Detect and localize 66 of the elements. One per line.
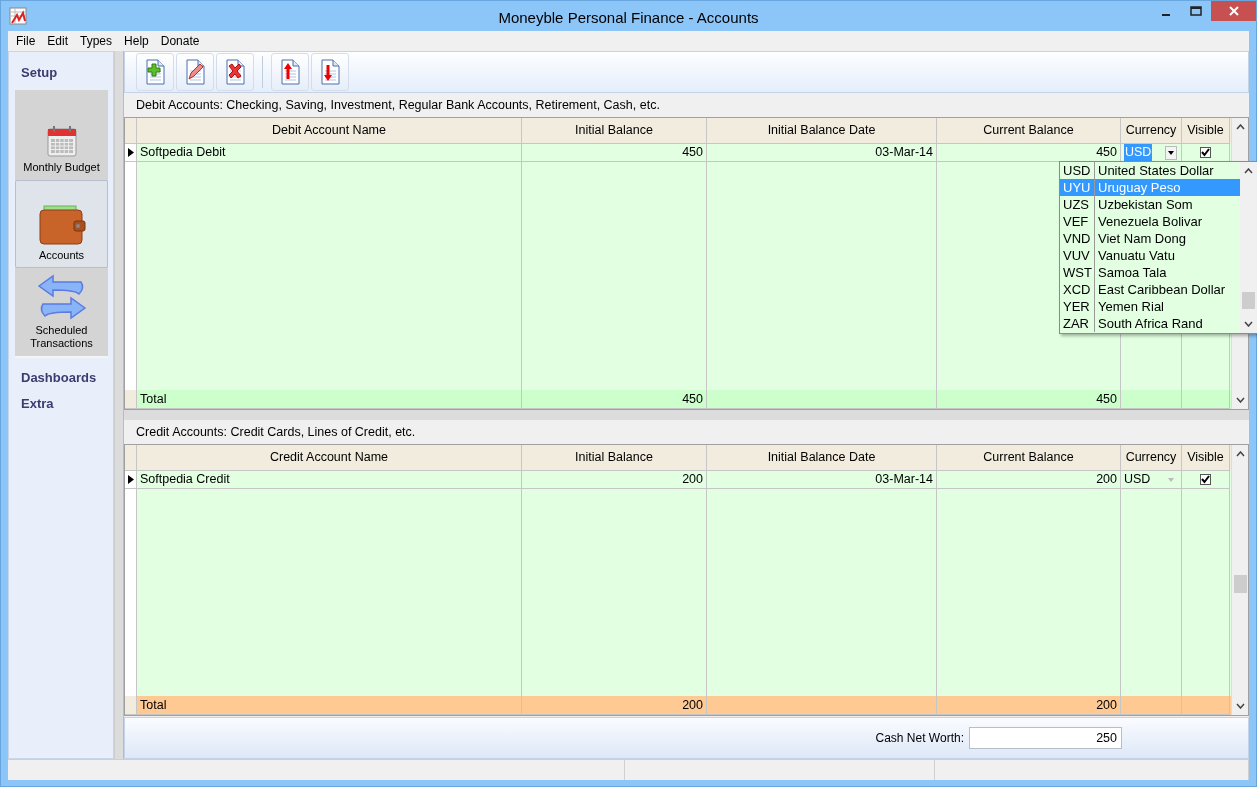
sidebar-item[interactable]: Scheduled Transactions	[15, 267, 108, 356]
scroll-down-icon[interactable]	[1235, 703, 1245, 709]
menu-item[interactable]: Donate	[154, 32, 206, 50]
checkbox[interactable]	[1200, 147, 1211, 158]
page-plus-icon	[144, 59, 166, 85]
dropdown-option[interactable]: VND Viet Nam Dong	[1060, 230, 1240, 247]
app-icon	[9, 7, 27, 25]
swap-arrows-icon	[36, 273, 87, 320]
menu-item[interactable]: Help	[118, 32, 155, 50]
wallet-icon	[37, 204, 86, 245]
close-icon	[1228, 6, 1239, 16]
total-cell	[1182, 696, 1230, 715]
menu-item[interactable]: Edit	[41, 32, 75, 50]
net-worth-field[interactable]: 250	[969, 727, 1122, 749]
menu-item[interactable]: Types	[74, 32, 119, 50]
grid-caption: Debit Accounts: Checking, Saving, Investment, Regular Bank Accounts, Retirement, Cash, etc.	[135, 96, 661, 114]
sidebar-section-title[interactable]: Extra	[9, 394, 113, 414]
scroll-up-icon[interactable]	[1244, 168, 1253, 174]
grid-caption: Credit Accounts: Credit Cards, Lines of Credit, etc.	[135, 423, 417, 441]
scrollbar[interactable]	[1231, 445, 1248, 715]
calendar-icon	[46, 124, 77, 157]
dropdown-option[interactable]: WST Samoa Tala	[1060, 264, 1240, 281]
close-button[interactable]	[1211, 1, 1256, 21]
dropdown-option[interactable]: XCD East Caribbean Dollar	[1060, 281, 1240, 298]
dropdown-option[interactable]: ZAR South Africa Rand	[1060, 315, 1240, 332]
scrollbar[interactable]	[1240, 162, 1257, 333]
total-cell: 200	[937, 696, 1121, 715]
total-cell	[1121, 696, 1182, 715]
scroll-thumb[interactable]	[1242, 292, 1255, 309]
total-cell: 200	[522, 696, 707, 715]
sidebar-section-title[interactable]: Dashboards	[9, 367, 113, 387]
maximize-icon	[1190, 6, 1202, 16]
row-pointer-icon	[127, 148, 134, 157]
scroll-thumb[interactable]	[1233, 575, 1247, 593]
dropdown-option[interactable]: VUV Vanuatu Vatu	[1060, 247, 1240, 264]
scroll-up-icon[interactable]	[1235, 124, 1245, 130]
delete-button[interactable]	[216, 53, 254, 91]
sidebar-item[interactable]: Monthly Budget	[15, 91, 108, 180]
minimize-icon	[1162, 14, 1170, 16]
total-cell: 450	[522, 390, 707, 409]
row-header[interactable]	[125, 144, 137, 162]
net-worth-label: Cash Net Worth:	[875, 730, 964, 747]
scroll-down-icon[interactable]	[1235, 397, 1245, 403]
edit-button[interactable]	[176, 53, 214, 91]
dropdown-option[interactable]: UZS Uzbekistan Som	[1060, 196, 1240, 213]
page-up-arrow-icon	[279, 59, 301, 85]
dropdown-option[interactable]: YER Yemen Rial	[1060, 298, 1240, 315]
add-button[interactable]	[136, 53, 174, 91]
total-label: Total	[137, 696, 522, 715]
scroll-down-icon[interactable]	[1244, 321, 1253, 327]
page-pencil-icon	[184, 59, 206, 85]
menu-item[interactable]: File	[10, 32, 42, 50]
row-header[interactable]	[125, 471, 137, 489]
dropdown-option[interactable]: VEF Venezuela Bolivar	[1060, 213, 1240, 230]
total-cell: 450	[937, 390, 1121, 409]
row-pointer-icon	[127, 475, 134, 484]
move-up-button[interactable]	[271, 53, 309, 91]
window-title: Moneyble Personal Finance - Accounts	[498, 8, 759, 28]
scroll-up-icon[interactable]	[1235, 451, 1245, 457]
total-label: Total	[137, 390, 522, 409]
checkbox[interactable]	[1200, 474, 1211, 485]
sidebar-item[interactable]: Accounts	[15, 179, 108, 268]
move-down-button[interactable]	[311, 53, 349, 91]
page-cross-icon	[224, 59, 246, 85]
page-down-arrow-icon	[319, 59, 341, 85]
sidebar-section-title[interactable]: Setup	[9, 63, 113, 83]
